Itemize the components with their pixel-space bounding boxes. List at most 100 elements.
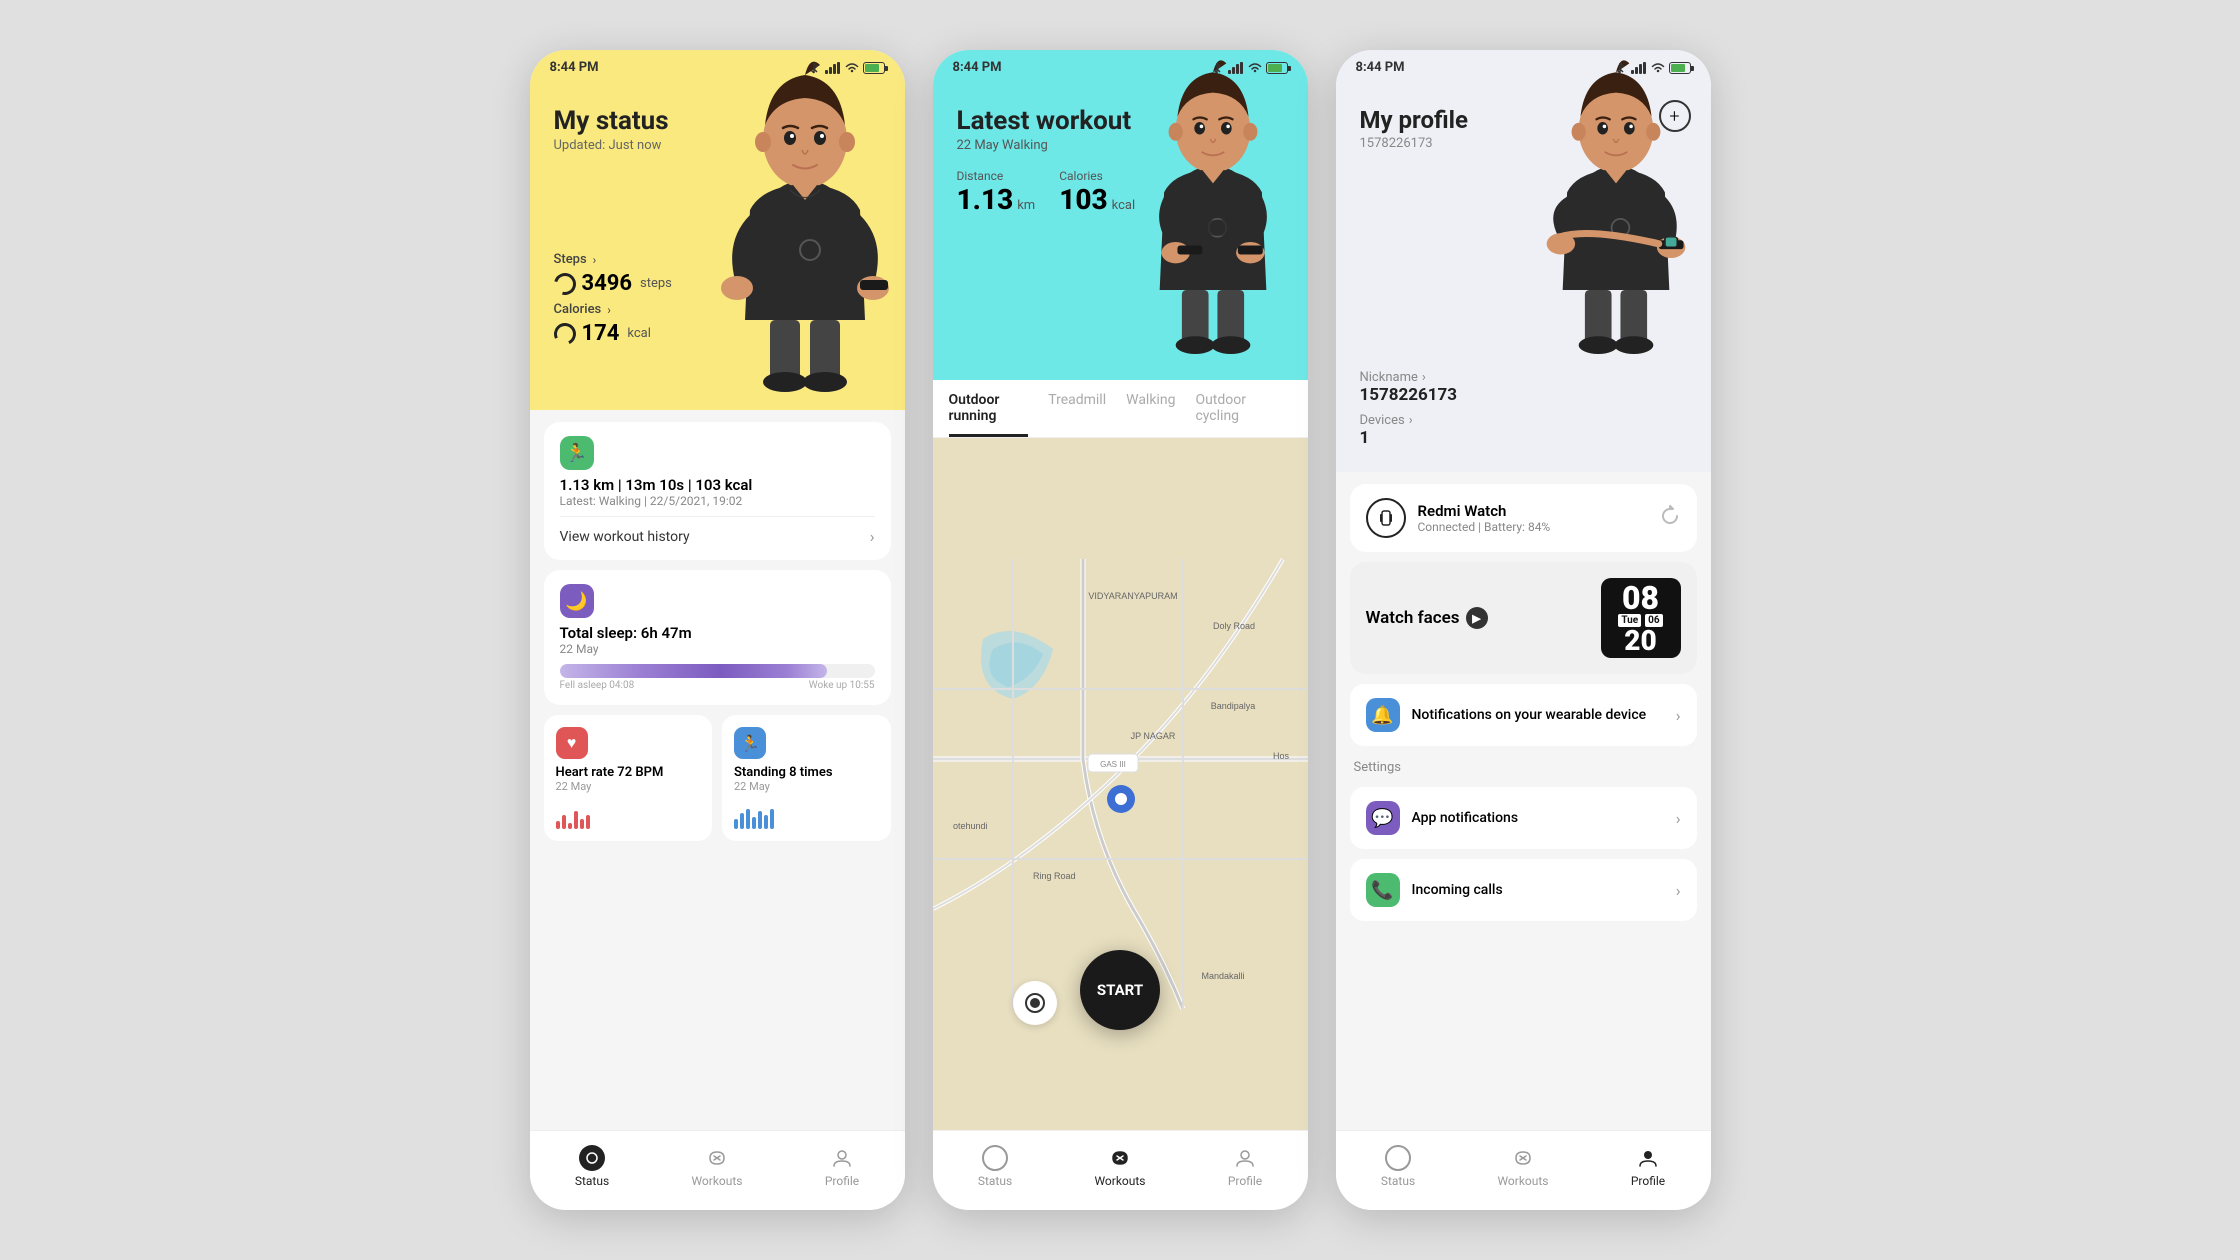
status-bar-2: 8:44 PM: [933, 50, 1308, 81]
tab-walking[interactable]: Walking: [1126, 392, 1175, 437]
profile-nav-icon-2: [1232, 1145, 1258, 1171]
tab-outdoor-cycling[interactable]: Outdoor cycling: [1195, 392, 1271, 437]
status-header: My status Updated: Just now Steps › 3496…: [530, 50, 905, 410]
sleep-date: 22 May: [560, 642, 875, 656]
workouts-nav-icon-3: [1510, 1145, 1536, 1171]
steps-value: 3496: [582, 271, 633, 296]
device-name: Redmi Watch: [1418, 502, 1647, 520]
nav-status-label-3: Status: [1381, 1174, 1415, 1188]
app-notifications-item[interactable]: 💬 App notifications ›: [1350, 787, 1697, 849]
sleep-icon: 🌙: [560, 584, 594, 618]
profile-info-section: Nickname › 1578226173 Devices › 1: [1336, 370, 1711, 472]
nav-profile-3[interactable]: Profile: [1613, 1145, 1683, 1188]
workout-header: Latest workout 22 May Walking Distance 1…: [933, 50, 1308, 380]
distance-unit: km: [1017, 198, 1035, 213]
nickname-row[interactable]: Nickname › 1578226173: [1360, 370, 1687, 405]
status-nav-icon-3: [1385, 1145, 1411, 1171]
incoming-calls-chevron: ›: [1676, 881, 1681, 900]
sleep-card[interactable]: 🌙 Total sleep: 6h 47m 22 May Fell asleep…: [544, 570, 891, 705]
nav-workouts-label-2: Workouts: [1094, 1174, 1145, 1188]
heart-icon: ♥: [556, 727, 588, 759]
steps-row: Steps ›: [554, 252, 672, 267]
svg-text:Doly Road: Doly Road: [1213, 621, 1255, 631]
workout-card[interactable]: 🏃 1.13 km | 13m 10s | 103 kcal Latest: W…: [544, 422, 891, 560]
nickname-label: Nickname ›: [1360, 370, 1687, 385]
history-chevron: ›: [870, 527, 875, 546]
device-card[interactable]: Redmi Watch Connected | Battery: 84%: [1350, 484, 1697, 552]
start-button[interactable]: START: [1080, 950, 1160, 1030]
heart-rate-date: 22 May: [556, 780, 701, 793]
nav-workouts-2[interactable]: Workouts: [1085, 1145, 1155, 1188]
sleep-times: Fell asleep 04:08 Woke up 10:55: [560, 680, 875, 691]
steps-label: Steps: [554, 252, 587, 267]
steps-icon: [549, 268, 579, 298]
app-notifications-icon: 💬: [1366, 801, 1400, 835]
status-nav-icon: [579, 1145, 605, 1171]
incoming-calls-item[interactable]: 📞 Incoming calls ›: [1350, 859, 1697, 921]
calories-unit: kcal: [627, 326, 651, 341]
time-3: 8:44 PM: [1356, 60, 1405, 75]
watch-face-card[interactable]: Watch faces ▶ 08 Tue 06 20: [1350, 562, 1697, 674]
status-icons-2: [1210, 62, 1288, 74]
device-info: Redmi Watch Connected | Battery: 84%: [1418, 502, 1647, 534]
nav-workouts-1[interactable]: Workouts: [682, 1145, 752, 1188]
workouts-nav-icon-1: [704, 1145, 730, 1171]
calories-icon: [550, 319, 578, 347]
calories-label-row: Calories ›: [554, 302, 672, 317]
avatar-3: [1521, 50, 1711, 370]
workout-tabs: Outdoor running Treadmill Walking Outdoo…: [933, 380, 1308, 438]
workouts-nav-icon-2: [1107, 1145, 1133, 1171]
notifications-item[interactable]: 🔔 Notifications on your wearable device …: [1350, 684, 1697, 746]
camera-button[interactable]: [1013, 981, 1057, 1025]
nav-profile-1[interactable]: Profile: [807, 1145, 877, 1188]
phone-status: 8:44 PM My status Updated:: [530, 50, 905, 1210]
phone-workouts: 8:44 PM Latest workout 22 M: [933, 50, 1308, 1210]
wifi-icon: [845, 62, 859, 74]
incoming-calls-label: Incoming calls: [1412, 882, 1664, 898]
tab-outdoor-running[interactable]: Outdoor running: [949, 392, 1029, 437]
svg-text:GAS III: GAS III: [1100, 760, 1126, 769]
time-1: 8:44 PM: [550, 60, 599, 75]
map-container: VIDYARANYAPURAM JP NAGAR Bandipalya Ring…: [933, 438, 1308, 1130]
workout-summary: 1.13 km | 13m 10s | 103 kcal: [560, 476, 875, 494]
sleep-title: Total sleep: 6h 47m: [560, 624, 875, 642]
wifi-icon-2: [1248, 62, 1262, 74]
nav-workouts-3[interactable]: Workouts: [1488, 1145, 1558, 1188]
nav-status-3[interactable]: Status: [1363, 1145, 1433, 1188]
signal-icon-3: [1631, 62, 1647, 74]
devices-chevron: ›: [1409, 413, 1413, 428]
settings-section-label: Settings: [1350, 760, 1697, 775]
svg-text:JP NAGAR: JP NAGAR: [1130, 731, 1175, 741]
nav-profile-2[interactable]: Profile: [1210, 1145, 1280, 1188]
nav-status-1[interactable]: Status: [557, 1145, 627, 1188]
workout-latest: Latest: Walking | 22/5/2021, 19:02: [560, 494, 875, 508]
time-2: 8:44 PM: [953, 60, 1002, 75]
nav-workouts-label-1: Workouts: [691, 1174, 742, 1188]
nav-workouts-label-3: Workouts: [1497, 1174, 1548, 1188]
standing-icon: 🏃: [734, 727, 766, 759]
bluetooth-icon: [807, 62, 821, 74]
avatar-2: [1118, 50, 1308, 370]
profile-nav-icon-1: [829, 1145, 855, 1171]
tab-treadmill[interactable]: Treadmill: [1048, 392, 1106, 437]
notifications-icon: 🔔: [1366, 698, 1400, 732]
battery-icon-3: [1669, 62, 1691, 74]
heart-rate-card[interactable]: ♥ Heart rate 72 BPM 22 May: [544, 715, 713, 841]
nav-profile-label-3: Profile: [1631, 1174, 1665, 1188]
devices-label: Devices ›: [1360, 413, 1687, 428]
devices-row[interactable]: Devices › 1: [1360, 413, 1687, 448]
view-history-row[interactable]: View workout history ›: [560, 516, 875, 546]
standing-card[interactable]: 🏃 Standing 8 times 22 May: [722, 715, 891, 841]
svg-text:Bandipalya: Bandipalya: [1210, 701, 1255, 711]
watch-day-big: 20: [1624, 627, 1656, 655]
nav-status-2[interactable]: Status: [960, 1145, 1030, 1188]
bluetooth-icon-3: [1613, 62, 1627, 74]
mini-cards-row: ♥ Heart rate 72 BPM 22 May 🏃 Standing 8 …: [544, 715, 891, 841]
view-history-label: View workout history: [560, 529, 690, 545]
status-content: 🏃 1.13 km | 13m 10s | 103 kcal Latest: W…: [530, 410, 905, 1130]
app-notifications-chevron: ›: [1676, 809, 1681, 828]
notifications-label: Notifications on your wearable device: [1412, 707, 1664, 723]
refresh-icon[interactable]: [1659, 505, 1681, 532]
notifications-chevron: ›: [1676, 706, 1681, 725]
distance-group: Distance 1.13 km: [957, 169, 1036, 216]
